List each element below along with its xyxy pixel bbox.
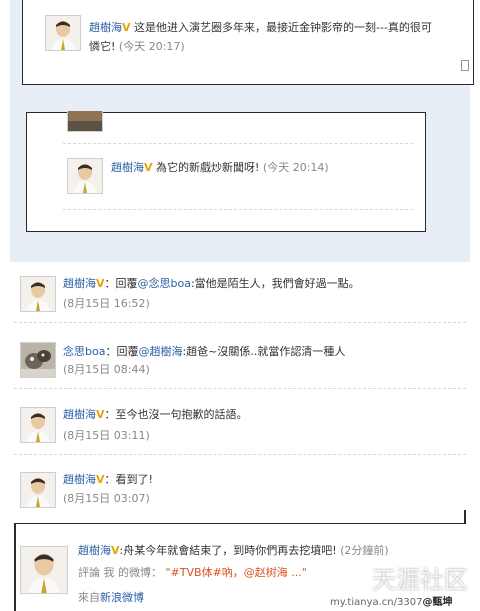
author-name[interactable]: 趙樹海 [63,473,96,486]
avatar[interactable] [45,15,81,51]
watermark-user: @甄坤 [422,597,453,608]
comment-prefix: ：回覆 [104,277,138,290]
avatar-cropped [67,111,103,132]
bottom-comment-line: 評論 我 的微博： "#TVB体#吶，@赵树海 ..." [78,565,307,581]
comment-label: 評論 我 的微博： [78,566,162,579]
comment-time[interactable]: (8月15日 03:11) [63,428,150,444]
watermark-site: 天涯社区 [372,566,468,594]
top-post-line-2: 憐它! (今天 20:17) [89,39,185,55]
bottom-frame-left [14,523,16,611]
comment-list: 趙樹海V：回覆@念思boa:當他是陌生人，我們會好過一點。 (8月15日 16:… [0,262,480,517]
comment-text: :當他是陌生人，我們會好過一點。 [190,277,360,290]
comment-line: 趙樹海V：至今也沒一句抱歉的話語。 [63,407,248,423]
bottom-frame-top [14,523,466,524]
corner-icon[interactable] [461,60,469,71]
bottom-post-line: 趙樹海V:舟某今年就會結束了，到時你們再去挖墳吧! (2分鐘前) [78,543,389,559]
avatar[interactable] [20,472,56,508]
vip-badge-icon: V [96,408,105,421]
divider [63,209,413,210]
comment-time[interactable]: (8月15日 16:52) [63,296,150,312]
author-name[interactable]: 趙樹海 [111,161,144,174]
post-text: :舟某今年就會結束了，到時你們再去挖墳吧! [119,544,341,557]
comment-line: 趙樹海V：回覆@念思boa:當他是陌生人，我們會好過一點。 [63,276,360,292]
quoted-text[interactable]: "#TVB体#吶，@赵树海 ..." [166,566,307,579]
vip-badge-icon: V [144,161,153,174]
comment-time[interactable]: (8月15日 03:07) [63,491,150,507]
comment-line: 念思boa：回覆@趙樹海:趙爸~沒關係..就當作認清一種人 [63,344,345,360]
avatar[interactable] [67,158,103,194]
avatar[interactable] [20,407,56,443]
post-time[interactable]: (今天 20:14) [263,161,329,174]
comment-time[interactable]: (8月15日 08:44) [63,362,150,378]
mention-link[interactable]: @趙樹海 [138,345,182,358]
source-prefix: 來自 [78,591,100,604]
top-post-line: 趙樹海V 这是他进入演艺圈多年来，最接近金钟影帝的一刻---真的很可 [89,20,432,36]
comment-prefix: ：回覆 [105,345,139,358]
vip-badge-icon: V [111,544,120,557]
author-name[interactable]: 趙樹海 [63,408,96,421]
post-text: 这是他进入演艺圈多年来，最接近金钟影帝的一刻---真的很可 [134,21,432,34]
vip-badge-icon: V [96,473,105,486]
watermark-url-text: my.tianya.cn/3307 [330,597,423,608]
avatar[interactable] [20,546,68,594]
post-text: 為它的新戲炒新聞呀! [156,161,263,174]
comment-text: :趙爸~沒關係..就當作認清一種人 [182,345,346,358]
author-name[interactable]: 念思boa [63,345,105,358]
comment-prefix: ：看到了! [104,473,153,486]
mid-post-line: 趙樹海V 為它的新戲炒新聞呀! (今天 20:14) [111,160,329,176]
comment-prefix: ：至今也沒一句抱歉的話語。 [104,408,248,421]
post-time[interactable]: (今天 20:17) [119,40,185,53]
divider [14,454,466,455]
comment-line: 趙樹海V：看到了! [63,472,153,488]
divider [14,322,466,323]
author-name[interactable]: 趙樹海 [63,277,96,290]
post-text-cont: 憐它! [89,40,119,53]
source-line: 來自新浪微博 [78,590,144,606]
watermark-url: my.tianya.cn/3307@甄坤 [330,593,452,608]
mention-link[interactable]: @念思boa [138,277,191,290]
post-time[interactable]: (2分鐘前) [340,544,389,557]
source-link[interactable]: 新浪微博 [100,591,144,604]
author-name[interactable]: 趙樹海 [89,21,122,34]
divider [14,388,466,389]
avatar[interactable] [20,342,56,378]
author-name[interactable]: 趙樹海 [78,544,111,557]
avatar[interactable] [20,276,56,312]
divider [63,143,413,144]
bottom-frame-right [464,510,466,524]
mid-post-card: 趙樹海V 為它的新戲炒新聞呀! (今天 20:14) [26,111,426,232]
top-post-card: 趙樹海V 这是他进入演艺圈多年来，最接近金钟影帝的一刻---真的很可 憐它! (… [22,0,474,85]
vip-badge-icon: V [96,277,105,290]
vip-badge-icon: V [122,21,131,34]
